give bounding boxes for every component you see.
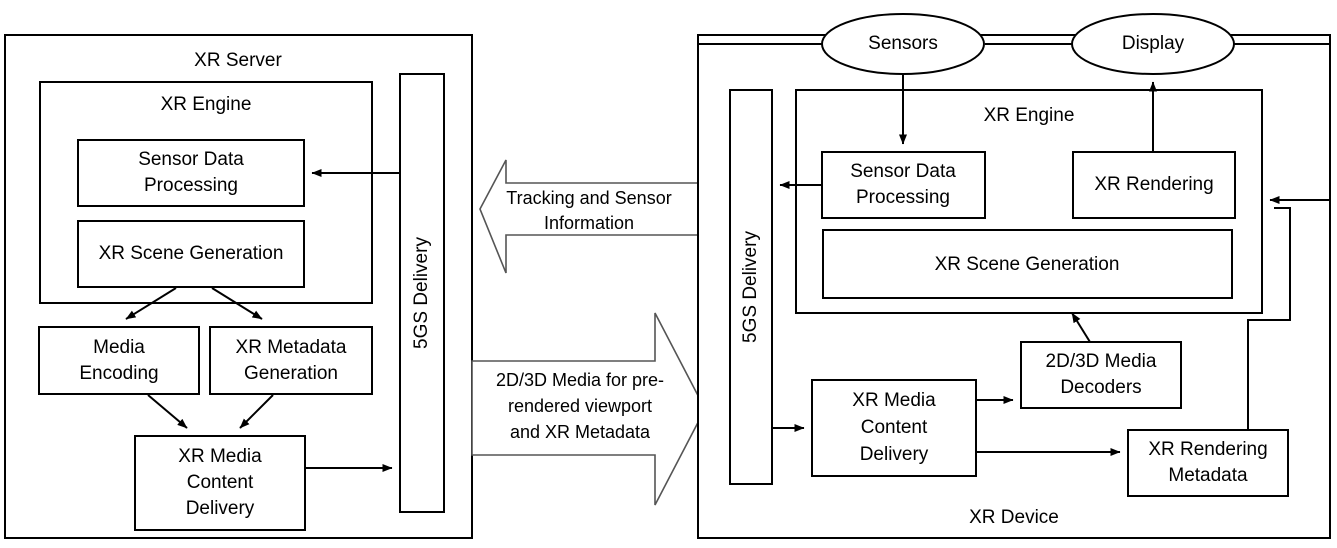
left-xr-metadata-generation-label-1: XR Metadata — [236, 337, 347, 358]
xr-device-engine-label: XR Engine — [984, 105, 1075, 126]
right-media-decoders-label-2: Decoders — [1060, 377, 1141, 398]
right-xr-media-content-delivery-label-2: Content — [861, 417, 928, 438]
xr-architecture-diagram: XR Server XR Engine Sensor Data Processi… — [0, 0, 1337, 548]
left-sensor-data-processing-label-2: Processing — [144, 175, 238, 196]
xr-server-engine-label: XR Engine — [161, 94, 252, 115]
downlink-arrow-label-3: and XR Metadata — [510, 422, 651, 442]
right-xr-rendering-metadata-label-2: Metadata — [1168, 465, 1248, 486]
left-xr-media-content-delivery-label-1: XR Media — [178, 446, 262, 467]
right-sensor-data-processing-label-1: Sensor Data — [850, 161, 956, 182]
sensors-label: Sensors — [868, 33, 938, 54]
right-xr-rendering-metadata-label-1: XR Rendering — [1148, 439, 1267, 460]
right-xr-rendering-label: XR Rendering — [1094, 174, 1213, 195]
uplink-arrow-label-1: Tracking and Sensor — [506, 188, 671, 208]
right-xr-scene-generation-label: XR Scene Generation — [935, 254, 1120, 275]
xr-device-panel: XR Device XR Engine Sensors Display 5GS … — [697, 13, 1331, 539]
left-5gs-delivery-label: 5GS Delivery — [411, 237, 432, 349]
right-sensor-data-processing-label-2: Processing — [856, 187, 950, 208]
left-xr-media-content-delivery-label-2: Content — [187, 472, 254, 493]
left-xr-media-content-delivery-label-3: Delivery — [186, 498, 255, 519]
uplink-arrow-label-2: Information — [544, 213, 634, 233]
downlink-arrow-label-1: 2D/3D Media for pre- — [496, 370, 664, 390]
left-xr-metadata-generation-label-2: Generation — [244, 363, 338, 384]
xr-device-label: XR Device — [969, 507, 1059, 528]
left-xr-scene-generation-label: XR Scene Generation — [99, 243, 284, 264]
right-media-decoders-label-1: 2D/3D Media — [1046, 351, 1157, 372]
center-block-arrows: Tracking and Sensor Information 2D/3D Me… — [471, 159, 706, 506]
right-5gs-delivery-label: 5GS Delivery — [740, 231, 761, 343]
display-label: Display — [1122, 33, 1185, 54]
left-media-encoding-label-2: Encoding — [79, 363, 158, 384]
right-xr-media-content-delivery-label-1: XR Media — [852, 390, 936, 411]
left-sensor-data-processing-label-1: Sensor Data — [138, 149, 244, 170]
left-media-encoding-label-1: Media — [93, 337, 145, 358]
xr-server-label: XR Server — [194, 50, 282, 71]
downlink-arrow-label-2: rendered viewport — [508, 396, 652, 416]
xr-server-panel: XR Server XR Engine Sensor Data Processi… — [4, 34, 473, 539]
right-xr-media-content-delivery-label-3: Delivery — [860, 444, 929, 465]
